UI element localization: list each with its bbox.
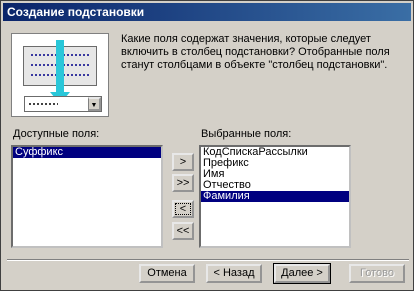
next-button[interactable]: Далее > bbox=[273, 263, 331, 284]
remove-field-button[interactable]: < bbox=[172, 200, 194, 218]
add-field-button[interactable]: > bbox=[172, 153, 194, 171]
down-arrow-icon bbox=[56, 40, 64, 94]
available-fields-label: Доступные поля: bbox=[13, 128, 100, 140]
finish-button[interactable]: Готово bbox=[349, 264, 405, 283]
selected-fields-list[interactable]: КодСпискаРассылки Префикс Имя Отчество Фамил… bbox=[199, 145, 351, 248]
title-bar: Создание подстановки bbox=[3, 3, 411, 21]
illustration-combobox-icon: ▼ bbox=[24, 96, 102, 112]
add-all-fields-button[interactable]: >> bbox=[172, 174, 194, 192]
instruction-text: Какие поля содержат значения, которые сл… bbox=[121, 33, 390, 71]
selected-fields-label: Выбранные поля: bbox=[201, 128, 292, 140]
footer-separator bbox=[7, 259, 409, 261]
remove-all-fields-button[interactable]: << bbox=[172, 222, 194, 240]
list-item[interactable]: Фамилия bbox=[201, 191, 349, 202]
cancel-button[interactable]: Отмена bbox=[139, 264, 195, 283]
wizard-dialog: Создание подстановки ▼ Какие поля содерж… bbox=[0, 0, 414, 291]
available-fields-list[interactable]: Суффикс bbox=[11, 145, 163, 248]
wizard-illustration: ▼ bbox=[11, 33, 109, 117]
list-item[interactable]: Суффикс bbox=[13, 147, 161, 158]
back-button[interactable]: < Назад bbox=[206, 264, 262, 283]
